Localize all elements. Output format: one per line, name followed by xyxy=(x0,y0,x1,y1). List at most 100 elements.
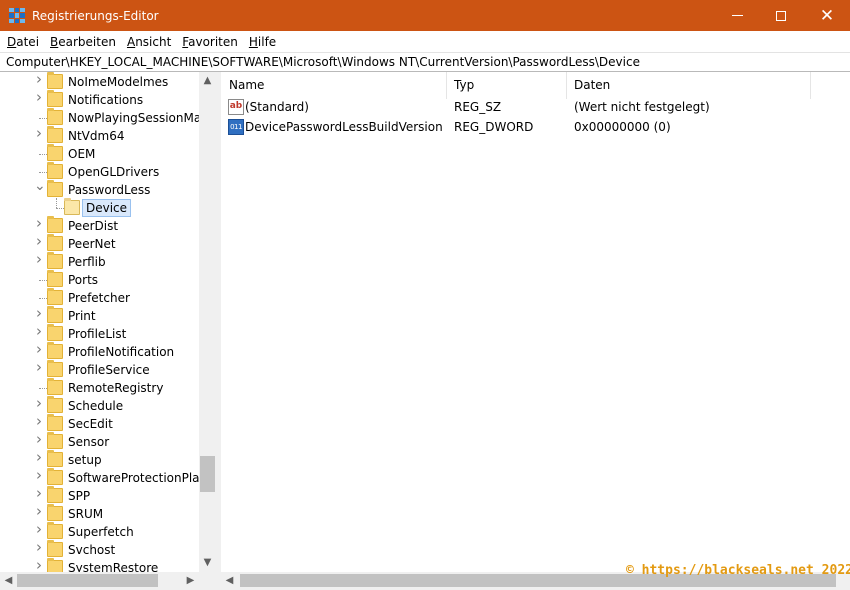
tree-item[interactable]: › Print xyxy=(0,306,200,325)
column-divider[interactable] xyxy=(810,72,811,99)
tree-item[interactable]: › ProfileNotification xyxy=(0,342,200,361)
scroll-up-icon[interactable]: ▲ xyxy=(199,72,216,89)
chevron-right-icon[interactable]: › xyxy=(34,342,44,357)
chevron-right-icon[interactable]: › xyxy=(34,558,44,573)
folder-icon xyxy=(47,234,63,251)
value-type: REG_DWORD xyxy=(454,120,534,134)
minimize-button[interactable] xyxy=(714,0,760,31)
tree-connector xyxy=(39,118,47,119)
tree-item[interactable]: › SoftwareProtectionPlatfo xyxy=(0,468,216,487)
tree-item[interactable]: › SPP xyxy=(0,486,200,505)
regedit-app-icon xyxy=(9,7,25,24)
chevron-right-icon[interactable]: › xyxy=(34,126,44,141)
tree-vertical-scrollbar[interactable]: ▲ ▼ xyxy=(199,72,216,572)
chevron-right-icon[interactable]: › xyxy=(34,522,44,537)
maximize-button[interactable] xyxy=(758,0,804,31)
column-divider[interactable] xyxy=(446,72,447,99)
column-header-data[interactable]: Daten xyxy=(574,78,610,92)
chevron-right-icon[interactable]: › xyxy=(34,216,44,231)
menu-view[interactable]: Ansicht xyxy=(127,35,171,49)
chevron-right-icon[interactable]: › xyxy=(34,306,44,321)
chevron-right-icon[interactable]: › xyxy=(34,396,44,411)
value-data: 0x00000000 (0) xyxy=(574,120,671,134)
tree-item[interactable]: › ProfileList xyxy=(0,324,200,343)
tree-item[interactable]: › Sensor xyxy=(0,432,200,451)
tree-item[interactable]: RemoteRegistry xyxy=(0,378,200,397)
folder-icon xyxy=(47,90,63,107)
tree-item[interactable]: ⌄ PasswordLess xyxy=(0,179,200,199)
chevron-right-icon[interactable]: › xyxy=(34,414,44,429)
column-header-type[interactable]: Typ xyxy=(454,78,474,92)
tree-item[interactable]: › Perflib xyxy=(0,252,200,271)
folder-icon xyxy=(64,198,80,215)
maximize-icon xyxy=(776,10,786,21)
tree-scroll-thumb[interactable] xyxy=(200,456,215,492)
scroll-left-icon[interactable]: ◀ xyxy=(0,572,17,589)
tree-item[interactable]: NowPlayingSessionMana xyxy=(0,108,216,127)
value-data: (Wert nicht festgelegt) xyxy=(574,100,710,114)
menu-edit[interactable]: Bearbeiten xyxy=(50,35,116,49)
chevron-right-icon[interactable]: › xyxy=(34,252,44,267)
column-header-name[interactable]: Name xyxy=(229,78,264,92)
tree-item[interactable]: › PeerNet xyxy=(0,234,200,253)
scroll-left-icon[interactable]: ◀ xyxy=(221,572,238,589)
tree-hscroll-thumb[interactable] xyxy=(17,574,158,587)
tree-item[interactable]: › Superfetch xyxy=(0,522,200,541)
scroll-right-icon[interactable]: ▶ xyxy=(182,572,199,589)
tree-item[interactable]: Ports xyxy=(0,270,200,289)
tree-item[interactable]: › SRUM xyxy=(0,504,200,523)
menu-help[interactable]: Hilfe xyxy=(249,35,276,49)
folder-icon xyxy=(47,270,63,287)
folder-icon xyxy=(47,216,63,233)
chevron-right-icon[interactable]: › xyxy=(34,234,44,249)
list-item[interactable]: ab (Standard) REG_SZ (Wert nicht festgel… xyxy=(221,97,850,117)
chevron-right-icon[interactable]: › xyxy=(34,72,44,87)
tree-item-label: OEM xyxy=(68,147,96,161)
folder-icon xyxy=(47,324,63,341)
tree-item[interactable]: › Svchost xyxy=(0,540,200,559)
close-button[interactable]: ✕ xyxy=(804,0,850,31)
chevron-right-icon[interactable]: › xyxy=(34,486,44,501)
title-bar: Registrierungs-Editor ✕ xyxy=(0,0,850,31)
chevron-right-icon[interactable]: › xyxy=(34,90,44,105)
chevron-right-icon[interactable]: › xyxy=(34,450,44,465)
tree-item-label: NoImeModelmes xyxy=(68,75,169,89)
tree-item[interactable]: › setup xyxy=(0,450,200,469)
tree-item-label: Notifications xyxy=(68,93,144,107)
tree-horizontal-scrollbar[interactable]: ◀ ▶ xyxy=(0,572,216,590)
list-item[interactable]: 011 DevicePasswordLessBuildVersion REG_D… xyxy=(221,117,850,137)
string-value-icon: ab xyxy=(228,99,244,115)
chevron-right-icon[interactable]: › xyxy=(34,504,44,519)
menu-favorites[interactable]: Favoriten xyxy=(182,35,238,49)
chevron-right-icon[interactable]: › xyxy=(34,468,44,483)
tree-item[interactable]: Device xyxy=(0,198,200,217)
tree-item-label: Prefetcher xyxy=(68,291,130,305)
tree-item[interactable]: › NtVdm64 xyxy=(0,126,200,145)
chevron-right-icon[interactable]: › xyxy=(34,540,44,555)
folder-icon xyxy=(47,396,63,413)
value-type: REG_SZ xyxy=(454,100,502,114)
tree-item-label: Ports xyxy=(68,273,99,287)
menu-file[interactable]: Datei xyxy=(7,35,39,49)
chevron-right-icon[interactable]: › xyxy=(34,360,44,375)
tree-item[interactable]: › PeerDist xyxy=(0,216,200,235)
chevron-down-icon[interactable]: ⌄ xyxy=(34,179,46,193)
column-divider[interactable] xyxy=(566,72,567,99)
tree-item[interactable]: › ProfileService xyxy=(0,360,200,379)
tree-item[interactable]: OpenGLDrivers xyxy=(0,162,200,181)
address-bar[interactable]: Computer\HKEY_LOCAL_MACHINE\SOFTWARE\Mic… xyxy=(0,52,850,72)
tree-item[interactable]: OEM xyxy=(0,144,200,163)
chevron-right-icon[interactable]: › xyxy=(34,324,44,339)
folder-icon xyxy=(47,342,63,359)
tree-item[interactable]: › NoImeModelmes xyxy=(0,72,200,91)
tree-item-label: ProfileNotification xyxy=(68,345,175,359)
tree-item[interactable]: › Schedule xyxy=(0,396,200,415)
tree-item[interactable]: Prefetcher xyxy=(0,288,200,307)
folder-icon xyxy=(47,288,63,305)
tree-item[interactable]: › SecEdit xyxy=(0,414,200,433)
tree-connector xyxy=(39,280,47,281)
scroll-down-icon[interactable]: ▼ xyxy=(199,554,216,571)
tree-item[interactable]: › Notifications xyxy=(0,90,200,109)
chevron-right-icon[interactable]: › xyxy=(34,432,44,447)
folder-icon xyxy=(47,108,63,125)
